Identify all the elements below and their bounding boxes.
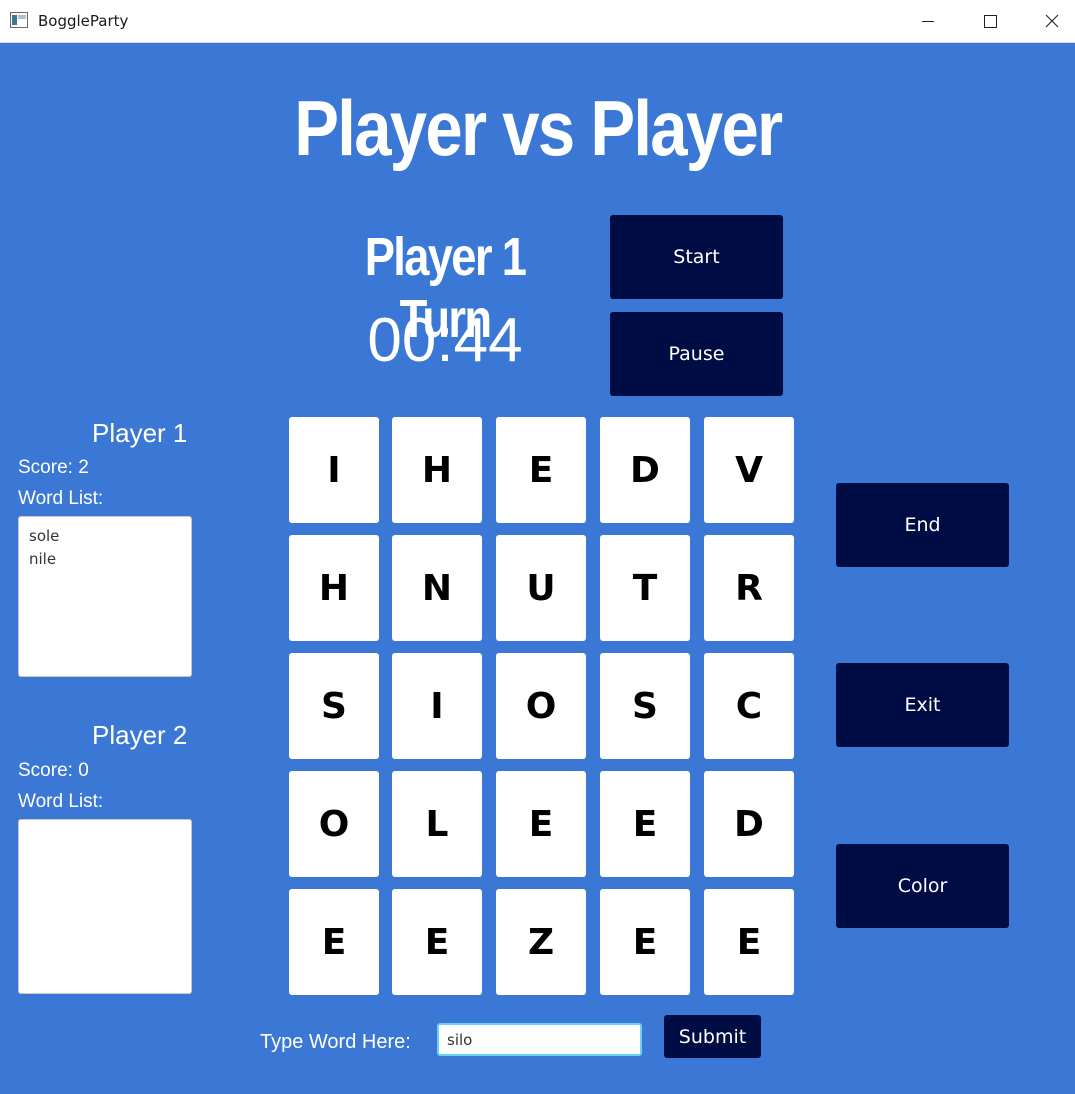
letter-tile[interactable]: V	[704, 417, 794, 523]
player1-word-list-label: Word List:	[18, 488, 104, 509]
minimize-button[interactable]	[905, 0, 951, 42]
letter-tile[interactable]: E	[496, 417, 586, 523]
color-button[interactable]: Color	[836, 844, 1009, 928]
player2-word-list-label: Word List:	[18, 791, 104, 812]
letter-tile[interactable]: O	[496, 653, 586, 759]
letter-tile[interactable]: S	[289, 653, 379, 759]
letter-tile[interactable]: Z	[496, 889, 586, 995]
letter-tile[interactable]: D	[704, 771, 794, 877]
player1-word-list[interactable]: sole nile	[18, 516, 192, 677]
letter-tile[interactable]: U	[496, 535, 586, 641]
word-list-item: sole	[29, 527, 60, 545]
window-title: BoggleParty	[38, 12, 129, 30]
submit-button[interactable]: Submit	[664, 1015, 761, 1058]
end-button[interactable]: End	[836, 483, 1009, 567]
exit-button[interactable]: Exit	[836, 663, 1009, 747]
letter-tile[interactable]: I	[289, 417, 379, 523]
letter-tile[interactable]: R	[704, 535, 794, 641]
close-window-button[interactable]	[1029, 0, 1075, 42]
letter-tile[interactable]: L	[392, 771, 482, 877]
letter-tile[interactable]: D	[600, 417, 690, 523]
player2-word-list[interactable]	[18, 819, 192, 994]
letter-tile[interactable]: T	[600, 535, 690, 641]
pause-button[interactable]: Pause	[610, 312, 783, 396]
player1-score: Score: 2	[18, 457, 89, 478]
timer: 00:44	[367, 306, 523, 375]
letter-tile[interactable]: E	[600, 771, 690, 877]
close-icon	[1045, 14, 1059, 28]
letter-tile[interactable]: H	[289, 535, 379, 641]
letter-tile[interactable]: E	[392, 889, 482, 995]
letter-tile[interactable]: N	[392, 535, 482, 641]
letter-tile[interactable]: C	[704, 653, 794, 759]
letter-tile[interactable]: E	[496, 771, 586, 877]
app-icon	[10, 12, 28, 28]
game-area: Player vs Player Player 1 Turn 00:44 Sta…	[0, 43, 1075, 1094]
page-title: Player vs Player	[294, 84, 783, 172]
letter-tile[interactable]: I	[392, 653, 482, 759]
letter-tile[interactable]: E	[704, 889, 794, 995]
letter-tile[interactable]: E	[600, 889, 690, 995]
letter-tile[interactable]: S	[600, 653, 690, 759]
minimize-icon	[922, 21, 934, 22]
word-input-label: Type Word Here:	[260, 1031, 411, 1053]
maximize-button[interactable]	[967, 0, 1013, 42]
word-list-item: nile	[29, 550, 57, 568]
letter-tile[interactable]: H	[392, 417, 482, 523]
letter-tile[interactable]: O	[289, 771, 379, 877]
start-button[interactable]: Start	[610, 215, 783, 299]
letter-tile[interactable]: E	[289, 889, 379, 995]
player2-score: Score: 0	[18, 760, 89, 781]
word-input[interactable]	[437, 1023, 642, 1056]
window-titlebar: BoggleParty	[0, 0, 1075, 43]
player2-name: Player 2	[92, 720, 188, 750]
player1-name: Player 1	[92, 418, 188, 448]
maximize-icon	[984, 15, 997, 28]
